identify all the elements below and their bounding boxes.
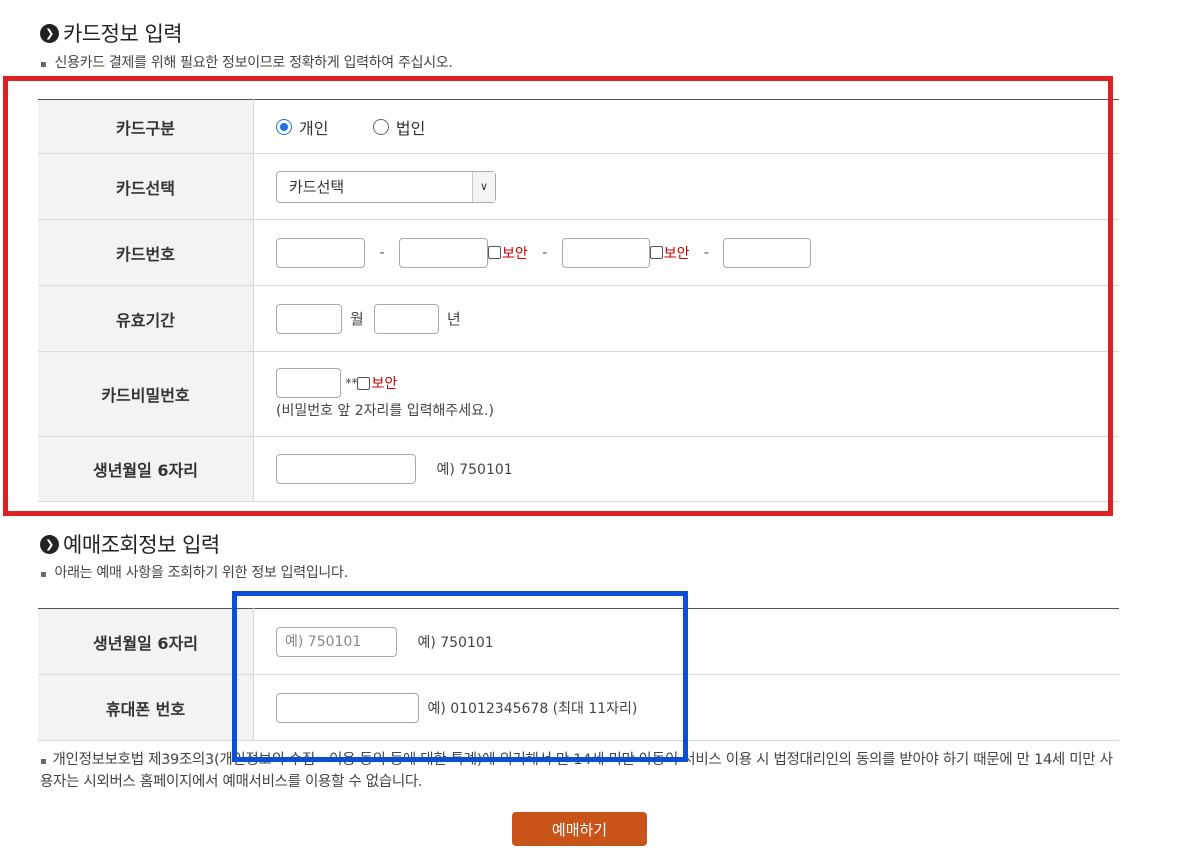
card-select-dropdown[interactable]: 카드선택 ∨ [276,170,496,203]
card-select-label: 카드선택 [38,153,254,220]
chevron-right-icon: ❯ [40,23,59,43]
secure-checkbox-3[interactable] [649,246,663,259]
lookup-birth-row: 생년월일 6자리 예) 750101 [38,608,1119,675]
expiry-month-input[interactable] [276,303,342,334]
radio-personal-label: 개인 [299,118,329,138]
card-number-dash: - [703,244,709,261]
secure-label-password: 보안 [371,376,398,392]
radio-personal[interactable]: 개인 [276,115,328,139]
card-number-row: 카드번호 - 보안 - 보안 - [38,219,1119,286]
bullet-dot-icon: ▪ [40,59,47,70]
secure-label-3: 보안 [663,245,690,262]
birth-row: 생년월일 6자리 예) 750101 [38,436,1119,502]
card-password-row: 카드비밀번호 ** 보안 (비밀번호 앞 2자리를 입력해주세요.) [38,351,1119,437]
chevron-right-icon: ❯ [40,534,59,554]
birth-example: 예) 750101 [436,462,513,478]
radio-unselected-icon[interactable] [372,118,389,135]
lookup-birth-example: 예) 750101 [417,634,494,651]
lookup-section-title-text: 예매조회정보 입력 [63,533,220,557]
lookup-info-table: 생년월일 6자리 예) 750101 휴대폰 번호 예) 01012345678… [38,608,1119,741]
age-notice-text: 개인정보보호법 제39조의3(개인정보의 수집・이용 동의 등에 대한 특례)에… [40,752,1113,790]
card-section-title-text: 카드정보 입력 [63,22,183,46]
card-number-dash: - [379,244,385,261]
card-info-table: 카드구분 개인 법인 카드선택 카드선택 ∨ 카드번호 - 보안 - 보안 - … [38,99,1119,502]
year-unit: 년 [446,310,461,328]
phone-input[interactable] [276,692,419,723]
card-section-title: ❯ 카드정보 입력 [40,18,183,48]
card-select-row: 카드선택 카드선택 ∨ [38,153,1119,220]
card-type-row: 카드구분 개인 법인 [38,99,1119,154]
card-section-desc-text: 신용카드 결제를 위해 필요한 정보이므로 정확하게 입력하여 주십시오. [54,55,453,71]
lookup-section-title: ❯ 예매조회정보 입력 [40,529,220,559]
secure-label-2: 보안 [501,245,528,262]
card-number-dash: - [542,244,548,261]
card-number-input-1[interactable] [276,237,365,268]
month-unit: 월 [350,310,364,328]
card-select-value: 카드선택 [289,178,345,196]
expiry-row: 유효기간 월 년 [38,285,1119,352]
birth-input[interactable] [276,454,416,484]
birth-label: 생년월일 6자리 [38,436,254,502]
radio-corporate-label: 법인 [395,118,426,138]
card-number-label: 카드번호 [38,219,254,286]
lookup-section-desc-text: 아래는 예매 사항을 조회하기 위한 정보 입력입니다. [54,565,348,581]
card-section-desc: ▪ 신용카드 결제를 위해 필요한 정보이므로 정확하게 입력하여 주십시오. [40,52,453,72]
age-notice: ▪ 개인정보보호법 제39조의3(개인정보의 수집・이용 동의 등에 대한 특례)… [40,750,1120,792]
secure-checkbox-password[interactable] [357,376,371,390]
reserve-button[interactable]: 예매하기 [512,812,647,846]
card-password-input[interactable] [276,368,341,398]
expiry-year-input[interactable] [373,303,439,334]
radio-selected-icon[interactable] [276,118,292,135]
card-number-input-2[interactable] [398,237,488,268]
bullet-dot-icon: ▪ [40,569,47,580]
phone-example: 예) 01012345678 (최대 11자리) [427,700,638,717]
bullet-dot-icon: ▪ [40,756,47,767]
chevron-down-icon[interactable]: ∨ [472,171,495,202]
phone-label: 휴대폰 번호 [38,674,254,741]
password-mask: ** [345,376,358,390]
card-number-input-4[interactable] [723,237,812,268]
lookup-section-desc: ▪ 아래는 예매 사항을 조회하기 위한 정보 입력입니다. [40,562,348,582]
lookup-birth-label: 생년월일 6자리 [38,608,254,675]
phone-row: 휴대폰 번호 예) 01012345678 (최대 11자리) [38,674,1119,741]
lookup-birth-input[interactable] [276,626,397,657]
card-type-label: 카드구분 [38,99,254,154]
expiry-label: 유효기간 [38,285,254,352]
secure-checkbox-2[interactable] [487,246,501,259]
card-number-input-3[interactable] [561,237,650,268]
radio-corporate[interactable]: 법인 [372,115,426,139]
card-password-hint: (비밀번호 앞 2자리를 입력해주세요.) [276,403,494,419]
card-password-label: 카드비밀번호 [38,351,254,437]
